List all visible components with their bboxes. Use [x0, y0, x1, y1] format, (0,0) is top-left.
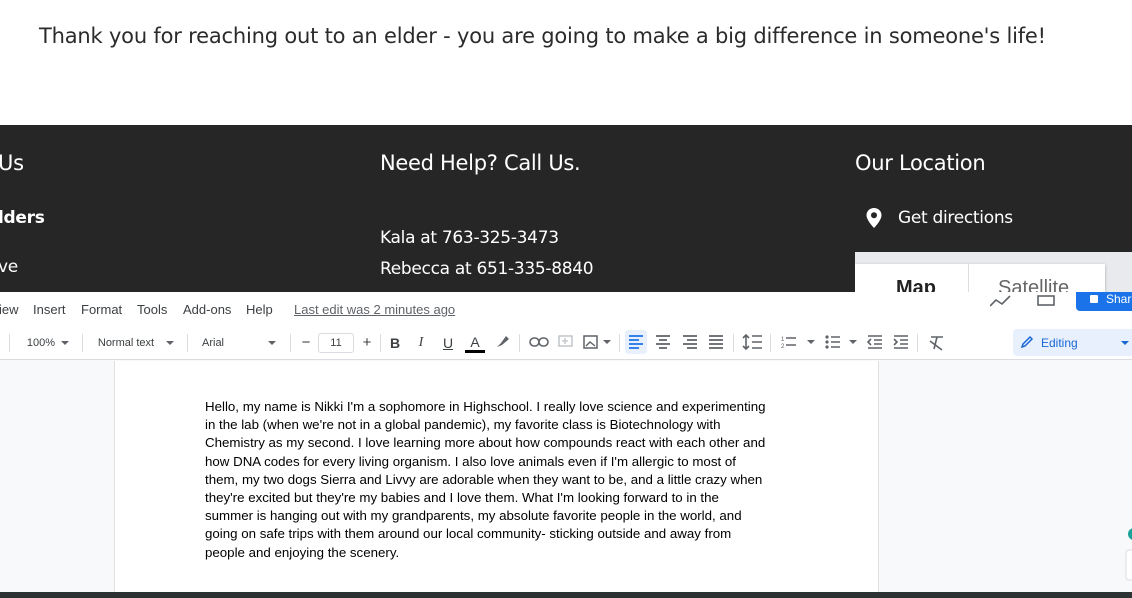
- svg-text:2: 2: [781, 344, 785, 350]
- chevron-down-icon: [268, 340, 277, 345]
- document-line: how DNA codes for every living organism.…: [205, 453, 736, 469]
- toolbar-divider: [770, 334, 771, 352]
- add-comment-icon[interactable]: [558, 335, 574, 349]
- document-line: them, my two dogs Sierra and Livvy are a…: [205, 471, 763, 487]
- toolbar-divider: [519, 334, 520, 352]
- insert-link-icon[interactable]: [529, 335, 549, 349]
- menu-add-ons[interactable]: Add-ons: [183, 302, 231, 317]
- editing-mode-label: Editing: [1041, 336, 1078, 350]
- footer-heading-location: Our Location: [855, 151, 986, 175]
- get-directions-link[interactable]: Get directions: [898, 208, 1013, 228]
- document-line: Hello, my name is Nikki I'm a sophomore …: [205, 399, 766, 414]
- align-left-icon[interactable]: [625, 330, 647, 354]
- menu-view[interactable]: iew: [0, 302, 19, 317]
- side-panel-toggle-icon[interactable]: [1124, 504, 1132, 584]
- document-line: they're excited but they're my babies an…: [205, 490, 719, 506]
- menu-help[interactable]: Help: [246, 302, 273, 317]
- document-line: Chemistry as my second. I love learning …: [205, 435, 766, 451]
- clear-formatting-icon[interactable]: [928, 335, 946, 351]
- docs-menubar: iew Insert Format Tools Add-ons Help Las…: [0, 292, 1132, 325]
- toolbar-divider: [917, 334, 918, 352]
- share-button[interactable]: Shar: [1076, 292, 1132, 311]
- thanks-message: Thank you for reaching out to an elder -…: [39, 24, 1046, 48]
- text-color-swatch: [465, 349, 485, 353]
- footer-contact-rebecca: Rebecca at 651-335-8840: [380, 259, 594, 279]
- toolbar-divider: [82, 334, 83, 352]
- map-tab-map[interactable]: Map: [896, 277, 936, 293]
- zoom-select[interactable]: 100%: [20, 325, 76, 360]
- font-value: Arial: [202, 336, 225, 349]
- paragraph-style-value: Normal text: [97, 336, 155, 349]
- pencil-icon: [1020, 335, 1034, 349]
- map-tab-satellite[interactable]: Satellite: [998, 277, 1069, 293]
- footer-contact-kala: Kala at 763-325-3473: [380, 228, 559, 248]
- google-docs-window: iew Insert Format Tools Add-ons Help Las…: [0, 292, 1132, 598]
- docs-toolbar: 100% Normal text Arial − 11 + B I U A 1 …: [0, 325, 1132, 360]
- numbered-list-icon[interactable]: 1 2: [780, 334, 818, 350]
- increase-indent-icon[interactable]: [892, 334, 910, 350]
- toolbar-divider: [9, 334, 10, 352]
- text-color-button[interactable]: A: [464, 325, 486, 360]
- document-line: going on safe trips with them around our…: [205, 526, 732, 542]
- footer-heading-help: Need Help? Call Us.: [380, 151, 581, 175]
- increase-font-size-button[interactable]: +: [357, 325, 377, 360]
- menu-tools[interactable]: Tools: [137, 302, 167, 317]
- menu-format[interactable]: Format: [81, 302, 122, 317]
- editing-mode-select[interactable]: Editing: [1013, 329, 1132, 356]
- chevron-down-icon: [166, 340, 175, 345]
- menu-insert[interactable]: Insert: [33, 302, 66, 317]
- paragraph-style-select[interactable]: Normal text: [90, 325, 182, 360]
- map-pin-icon: [866, 208, 882, 228]
- footer-link-give[interactable]: ve: [0, 257, 18, 277]
- justify-icon[interactable]: [706, 330, 726, 354]
- font-size-input[interactable]: 11: [318, 333, 354, 353]
- footer-heading-contact-us: Us: [0, 151, 24, 175]
- bold-button[interactable]: B: [385, 325, 405, 360]
- highlighter-icon[interactable]: [494, 334, 512, 350]
- toolbar-divider: [290, 334, 291, 352]
- align-center-icon[interactable]: [653, 330, 673, 354]
- lock-icon: [1090, 295, 1098, 303]
- underline-button[interactable]: U: [438, 325, 458, 360]
- toolbar-divider: [733, 334, 734, 352]
- decrease-font-size-button[interactable]: −: [296, 325, 316, 360]
- text-color-label: A: [470, 333, 480, 350]
- footer-link-elders[interactable]: lders: [0, 208, 45, 228]
- document-page[interactable]: Hello, my name is Nikki I'm a sophomore …: [114, 361, 879, 598]
- toolbar-divider: [619, 334, 620, 352]
- document-line: people and enjoying the scenery.: [205, 544, 400, 560]
- background-strip: [0, 592, 1132, 598]
- chevron-down-icon: [61, 340, 70, 345]
- insert-image-icon[interactable]: [583, 335, 613, 349]
- site-footer: Us lders ve Need Help? Call Us. Kala at …: [0, 125, 1132, 293]
- chevron-down-icon: [1121, 341, 1129, 345]
- map-tab-divider: [968, 264, 969, 293]
- document-body[interactable]: Hello, my name is Nikki I'm a sophomore …: [205, 398, 795, 562]
- embedded-map[interactable]: Bl Map Satellite: [855, 252, 1132, 293]
- align-right-icon[interactable]: [680, 330, 700, 354]
- decrease-indent-icon[interactable]: [866, 334, 884, 350]
- document-line: summer is hanging out with my grandparen…: [205, 508, 742, 524]
- italic-button[interactable]: I: [411, 325, 431, 360]
- last-edit-link[interactable]: Last edit was 2 minutes ago: [294, 302, 455, 317]
- toolbar-divider: [187, 334, 188, 352]
- document-line: in the lab (when we're not in a global p…: [205, 417, 721, 433]
- line-spacing-icon[interactable]: [742, 332, 764, 352]
- toolbar-divider: [380, 334, 381, 352]
- bulleted-list-icon[interactable]: [824, 334, 860, 350]
- share-label: Shar: [1106, 292, 1132, 306]
- zoom-value: 100%: [26, 336, 56, 349]
- svg-text:1: 1: [781, 337, 785, 343]
- font-select[interactable]: Arial: [198, 325, 288, 360]
- activity-trend-icon[interactable]: [990, 294, 1060, 310]
